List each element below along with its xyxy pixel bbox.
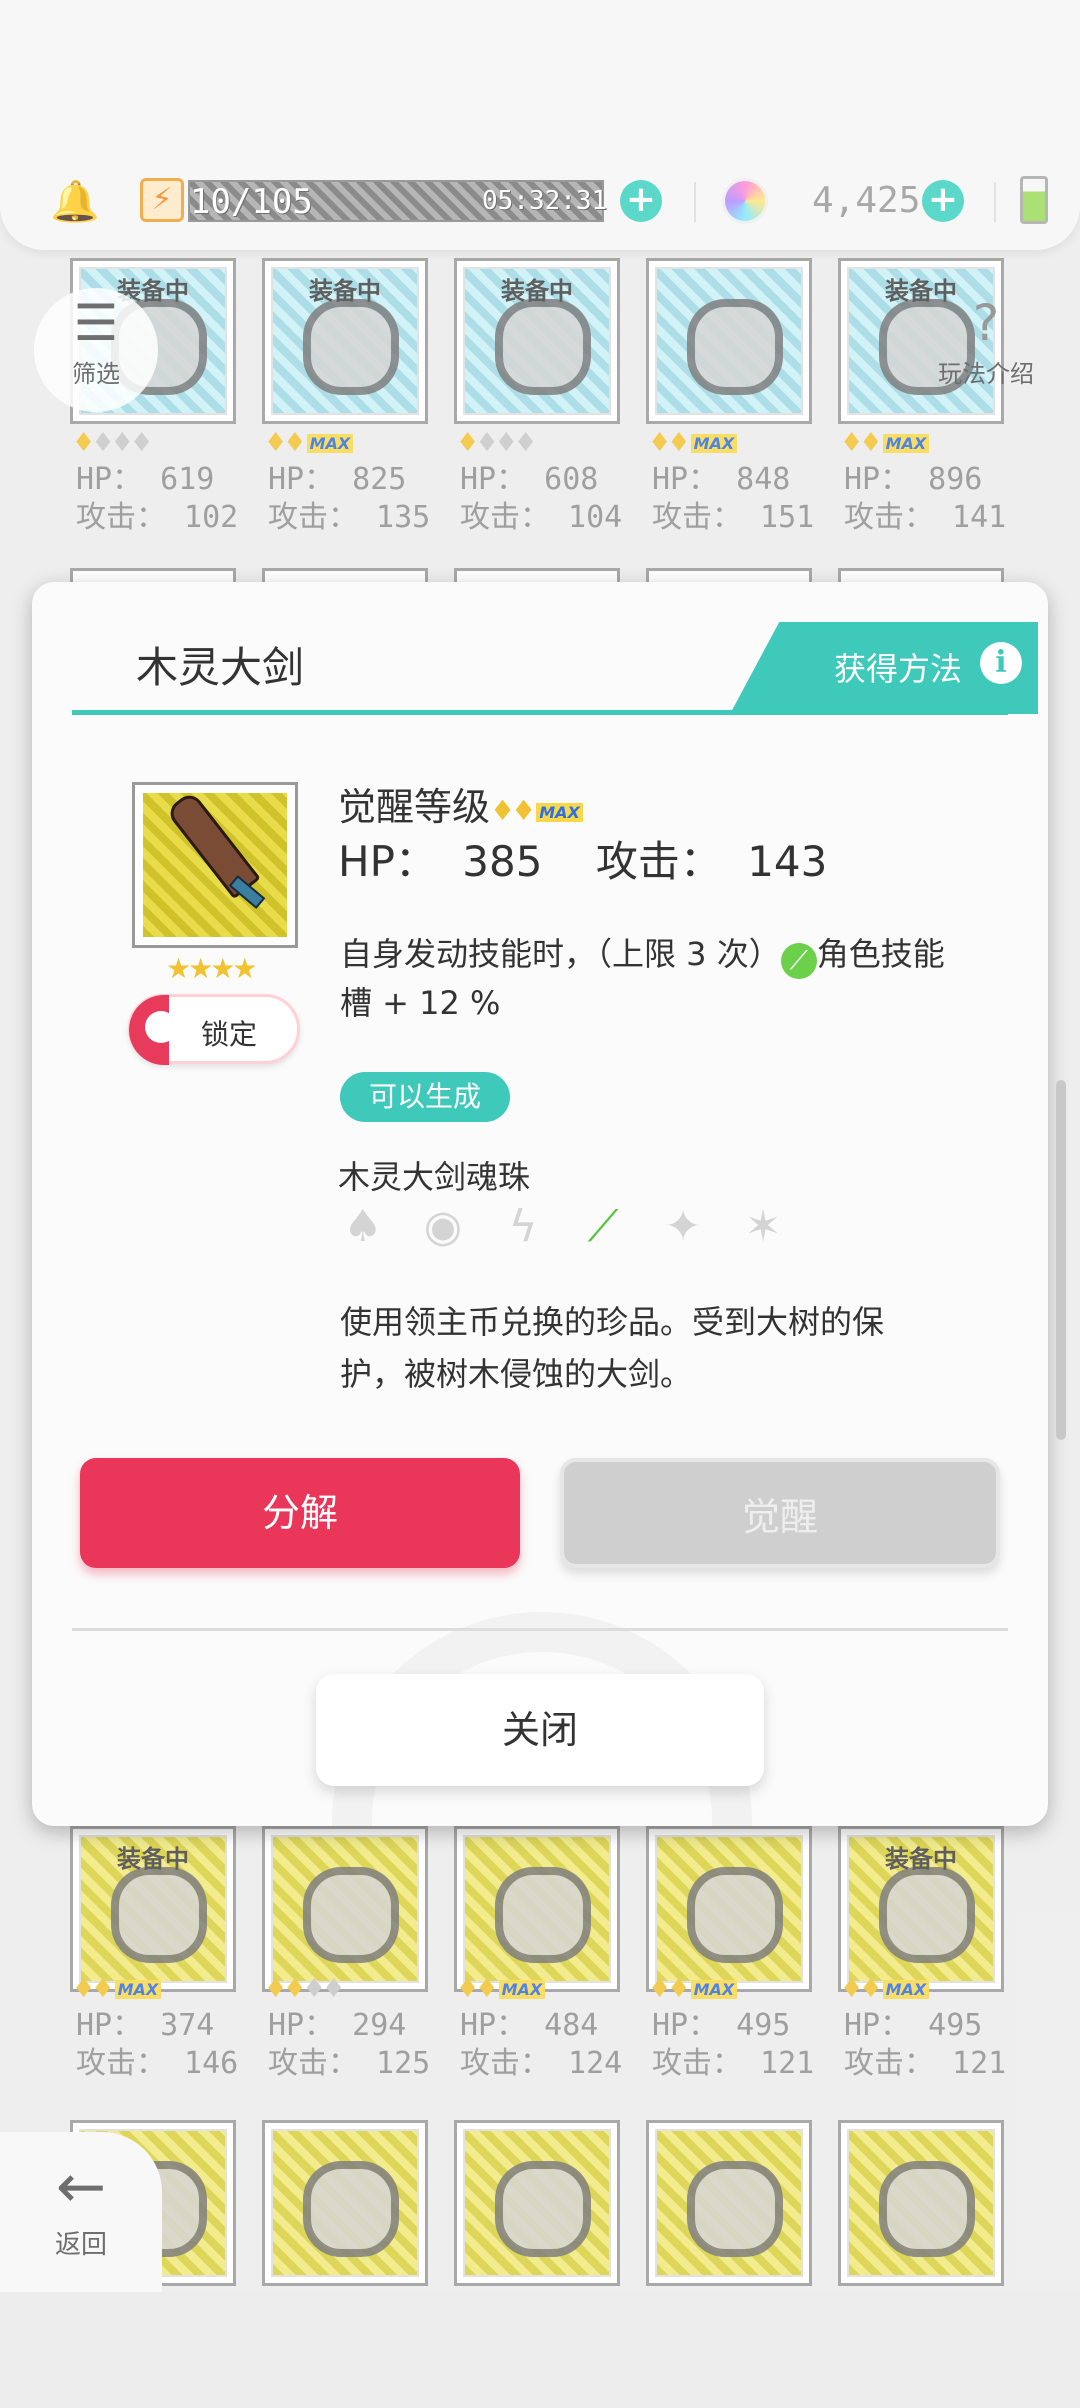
toggle-knob (129, 995, 177, 1065)
title-underline (72, 710, 1008, 715)
lock-label: 锁定 (201, 1018, 258, 1051)
item-rarity-stars: ★★★★ (166, 952, 257, 985)
fire-icon: ♠ (343, 1201, 383, 1252)
leaf-element-icon: ⟋ (587, 1201, 619, 1252)
awaken-stars: ♦♦ MAX (490, 794, 583, 827)
item-description: 使用领主币兑换的珍品。受到大树的保护，被树木侵蚀的大剑。 (340, 1303, 885, 1393)
hp-value: 385 (462, 837, 543, 886)
orb-icon: ◉ (423, 1201, 463, 1252)
leaf-icon: ⟋ (780, 943, 817, 979)
star-icon: ✦ (664, 1201, 702, 1252)
item-image (132, 782, 298, 948)
skill-text-prefix: 自身发动技能时，（上限 3 次） (340, 935, 781, 973)
awaken-level-label: 觉醒等级 (338, 785, 491, 829)
hp-label: HP： (338, 837, 437, 886)
lightning-icon: ϟ (508, 1201, 538, 1252)
lock-toggle[interactable]: 锁定 (128, 994, 300, 1065)
element-icons: ♠ ◉ ϟ ⟋ ✦ ✶ (338, 1202, 798, 1258)
can-generate-badge: 可以生成 (340, 1072, 510, 1122)
atk-value: 143 (747, 837, 828, 886)
item-stats: HP： 385 攻击： 143 (338, 828, 839, 889)
divider (72, 1628, 1008, 1631)
sword-icon (143, 790, 287, 937)
awaken-level: 觉醒等级♦♦ MAX (338, 776, 583, 831)
info-icon: i (980, 642, 1022, 684)
decompose-button[interactable]: 分解 (80, 1458, 520, 1568)
item-detail-modal: 木灵大剑 获得方法 i ★★★★ 锁定 觉醒等级♦♦ MAX HP： 385 攻击… (32, 582, 1048, 1826)
soul-orb-name: 木灵大剑魂珠 (338, 1158, 531, 1196)
obtain-method-button[interactable]: 获得方法 i (730, 622, 1038, 714)
close-button[interactable]: 关闭 (316, 1674, 764, 1786)
awaken-button[interactable]: 觉醒 (560, 1458, 1000, 1568)
item-title: 木灵大剑 (136, 643, 305, 692)
shuriken-icon: ✶ (744, 1201, 782, 1252)
obtain-method-label: 获得方法 (834, 650, 963, 688)
atk-label: 攻击： (595, 837, 722, 886)
scrollbar[interactable] (1056, 1080, 1066, 1440)
skill-description: 自身发动技能时，（上限 3 次） ⟋ 角色技能槽 + 12 % (340, 930, 960, 1027)
max-badge: MAX (536, 802, 583, 822)
